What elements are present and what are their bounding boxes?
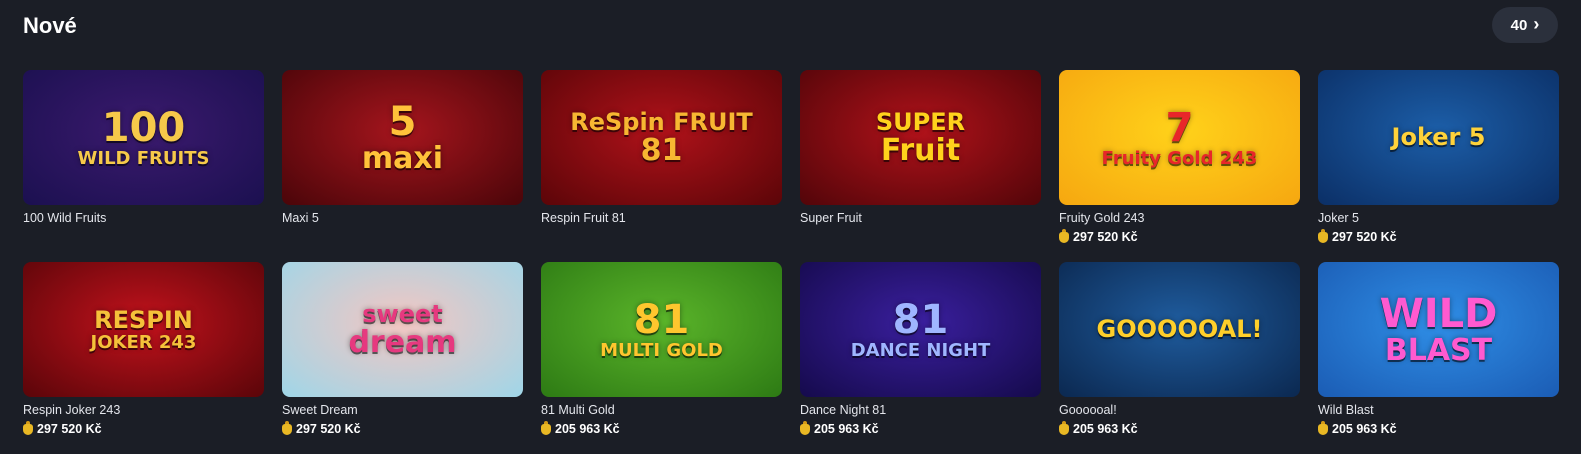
game-logo: 100 WILD FRUITS <box>68 104 220 172</box>
section-title: Nové <box>23 13 77 38</box>
jackpot-value: 205 963 Kč <box>1073 422 1138 436</box>
game-logo-line-1: Joker 5 <box>1391 122 1486 151</box>
game-logo-line-1: GOOOOOAL! <box>1096 314 1263 343</box>
money-bag-icon <box>800 420 810 435</box>
game-name[interactable]: 100 Wild Fruits <box>23 211 264 226</box>
jackpot-value: 297 520 Kč <box>1073 230 1138 244</box>
money-bag-icon <box>23 420 33 435</box>
game-logo-line-1: 7 <box>1165 104 1194 151</box>
game-thumbnail[interactable]: Joker 5 <box>1318 70 1559 205</box>
jackpot-value: 297 520 Kč <box>37 422 102 436</box>
games-grid: 100 WILD FRUITS 100 Wild Fruits 5 maxi Maxi 5… <box>23 70 1559 454</box>
game-name[interactable]: 81 Multi Gold <box>541 403 782 418</box>
money-bag-icon <box>1059 420 1069 435</box>
game-name[interactable]: Sweet Dream <box>282 403 523 418</box>
jackpot-amount: 205 963 Kč <box>541 420 782 436</box>
game-logo-line-2: JOKER 243 <box>90 331 197 353</box>
game-logo-line-1: 81 <box>892 296 949 343</box>
game-name[interactable]: Respin Joker 243 <box>23 403 264 418</box>
game-thumbnail[interactable]: RESPIN JOKER 243 <box>23 262 264 397</box>
money-bag-icon <box>1059 228 1069 243</box>
game-card[interactable]: 81 DANCE NIGHT Dance Night 81 205 963 Kč <box>800 262 1041 454</box>
money-bag-icon <box>1318 420 1328 435</box>
game-logo-line-2: DANCE NIGHT <box>850 339 991 361</box>
jackpot-amount: 297 520 Kč <box>23 420 264 436</box>
game-logo: sweet dream <box>338 298 466 362</box>
game-logo-line-2: dream <box>348 324 457 360</box>
game-card[interactable]: RESPIN JOKER 243 Respin Joker 243 297 520 K… <box>23 262 264 454</box>
game-logo: WILD BLAST <box>1370 290 1508 370</box>
money-bag-icon <box>541 420 551 435</box>
game-name[interactable]: Super Fruit <box>800 211 1041 226</box>
game-name[interactable]: Joker 5 <box>1318 211 1559 226</box>
jackpot-value: 297 520 Kč <box>1332 230 1397 244</box>
game-logo-line-1: 5 <box>388 98 417 145</box>
game-name[interactable]: Maxi 5 <box>282 211 523 226</box>
game-logo: Joker 5 <box>1382 121 1496 155</box>
game-logo-line-2: MULTI GOLD <box>600 339 723 361</box>
game-thumbnail[interactable]: 5 maxi <box>282 70 523 205</box>
game-name[interactable]: Wild Blast <box>1318 403 1559 418</box>
game-thumbnail[interactable]: 7 Fruity Gold 243 <box>1059 70 1300 205</box>
game-thumbnail[interactable]: 81 MULTI GOLD <box>541 262 782 397</box>
game-thumbnail[interactable]: WILD BLAST <box>1318 262 1559 397</box>
game-logo-line-1: 100 <box>101 104 186 151</box>
game-logo: 7 Fruity Gold 243 <box>1092 104 1268 172</box>
game-logo-line-1: ReSpin FRUIT <box>570 107 753 136</box>
jackpot-value: 297 520 Kč <box>296 422 361 436</box>
game-logo-line-2: BLAST <box>1384 332 1493 368</box>
game-card[interactable]: ReSpin FRUIT 81 Respin Fruit 81 <box>541 70 782 262</box>
game-thumbnail[interactable]: ReSpin FRUIT 81 <box>541 70 782 205</box>
game-card[interactable]: 81 MULTI GOLD 81 Multi Gold 205 963 Kč <box>541 262 782 454</box>
jackpot-amount: 205 963 Kč <box>800 420 1041 436</box>
jackpot-value: 205 963 Kč <box>555 422 620 436</box>
jackpot-amount: 205 963 Kč <box>1318 420 1559 436</box>
game-name[interactable]: Fruity Gold 243 <box>1059 211 1300 226</box>
game-logo: GOOOOOAL! <box>1087 313 1273 347</box>
game-card[interactable]: 5 maxi Maxi 5 <box>282 70 523 262</box>
chevron-right-icon: › <box>1533 14 1540 34</box>
game-logo-line-2: Fruity Gold 243 <box>1101 147 1258 169</box>
game-card[interactable]: 100 WILD FRUITS 100 Wild Fruits <box>23 70 264 262</box>
game-logo-line-1: WILD <box>1379 290 1498 337</box>
game-logo-line-1: SUPER <box>875 107 966 136</box>
money-bag-icon <box>1318 228 1328 243</box>
game-thumbnail[interactable]: SUPER Fruit <box>800 70 1041 205</box>
money-bag-icon <box>282 420 292 435</box>
game-logo-line-1: 81 <box>633 296 690 343</box>
jackpot-value: 205 963 Kč <box>1332 422 1397 436</box>
jackpot-amount: 297 520 Kč <box>1059 228 1300 244</box>
jackpot-amount: 297 520 Kč <box>1318 228 1559 244</box>
game-card[interactable]: Joker 5 Joker 5 297 520 Kč <box>1318 70 1559 262</box>
game-thumbnail[interactable]: GOOOOOAL! <box>1059 262 1300 397</box>
game-logo: RESPIN JOKER 243 <box>81 304 207 356</box>
game-logo-line-2: 81 <box>640 132 683 168</box>
jackpot-amount: 205 963 Kč <box>1059 420 1300 436</box>
game-card[interactable]: SUPER Fruit Super Fruit <box>800 70 1041 262</box>
game-thumbnail[interactable]: sweet dream <box>282 262 523 397</box>
game-card[interactable]: GOOOOOAL! Goooooal! 205 963 Kč <box>1059 262 1300 454</box>
game-card[interactable]: WILD BLAST Wild Blast 205 963 Kč <box>1318 262 1559 454</box>
game-name[interactable]: Dance Night 81 <box>800 403 1041 418</box>
game-logo: 81 DANCE NIGHT <box>841 296 1001 364</box>
game-thumbnail[interactable]: 81 DANCE NIGHT <box>800 262 1041 397</box>
game-logo-line-1: RESPIN <box>94 305 193 334</box>
game-name[interactable]: Goooooal! <box>1059 403 1300 418</box>
game-logo: 5 maxi <box>352 98 453 178</box>
game-card[interactable]: sweet dream Sweet Dream 297 520 Kč <box>282 262 523 454</box>
game-thumbnail[interactable]: 100 WILD FRUITS <box>23 70 264 205</box>
view-all-button[interactable]: 40 › <box>1492 7 1558 43</box>
game-logo: SUPER Fruit <box>866 106 975 170</box>
game-logo-line-2: WILD FRUITS <box>77 147 210 169</box>
game-count: 40 <box>1510 16 1528 34</box>
game-logo: 81 MULTI GOLD <box>590 296 733 364</box>
game-logo-line-1: sweet <box>362 299 443 328</box>
game-logo-line-2: maxi <box>361 140 444 176</box>
game-logo-line-2: Fruit <box>880 132 961 168</box>
game-card[interactable]: 7 Fruity Gold 243 Fruity Gold 243 297 520 K… <box>1059 70 1300 262</box>
game-name[interactable]: Respin Fruit 81 <box>541 211 782 226</box>
jackpot-amount: 297 520 Kč <box>282 420 523 436</box>
jackpot-value: 205 963 Kč <box>814 422 879 436</box>
game-logo: ReSpin FRUIT 81 <box>560 106 763 170</box>
